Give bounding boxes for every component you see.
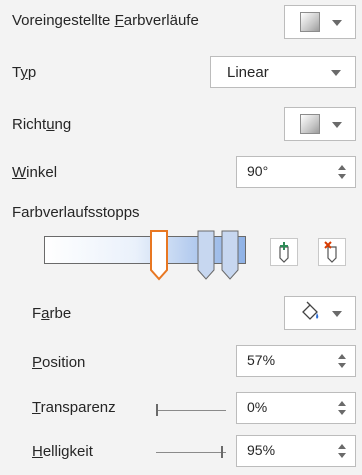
transparency-slider-thumb[interactable] (156, 404, 158, 416)
type-label-key: y (20, 64, 28, 81)
preset-gradients-label-key: F (114, 12, 124, 29)
remove-gradient-stop-button[interactable] (318, 238, 346, 266)
chevron-down-icon (332, 122, 342, 128)
direction-label-pre: Richt (12, 116, 47, 133)
transparency-value: 0% (247, 399, 268, 415)
position-label-key: P (32, 354, 43, 371)
spin-down-icon[interactable] (338, 453, 346, 458)
remove-gradient-stop-icon (324, 241, 337, 263)
chevron-down-icon (332, 311, 342, 317)
preset-gradients-label-post: arbverläufe (123, 12, 199, 29)
angle-value: 90° (247, 163, 269, 179)
angle-label-key: W (12, 164, 27, 181)
add-gradient-stop-icon (279, 242, 289, 263)
transparency-label-post: ransparenz (40, 399, 116, 416)
brightness-spinner[interactable]: 95% (236, 435, 356, 467)
gradient-stops-label: Farbverlaufsstopps (12, 204, 140, 221)
format-pane: Voreingestellte Farbverläufe Typ Linear … (0, 0, 362, 475)
spin-down-icon[interactable] (338, 410, 346, 415)
chevron-down-icon (331, 70, 341, 76)
brightness-label-key: H (32, 443, 43, 460)
transparency-label-key: T (32, 399, 41, 416)
gradient-stop-marker[interactable] (148, 230, 170, 282)
position-spinner[interactable]: 57% (236, 345, 356, 377)
position-value: 57% (247, 352, 276, 368)
spin-up-icon[interactable] (338, 401, 346, 406)
transparency-slider[interactable] (156, 400, 226, 420)
paint-bucket-icon (302, 301, 319, 320)
brightness-slider[interactable] (156, 442, 226, 462)
position-label: Position (32, 354, 85, 371)
color-label: Farbe (32, 305, 71, 322)
add-gradient-stop-button[interactable] (270, 238, 298, 266)
spin-up-icon[interactable] (338, 354, 346, 359)
type-label-post: p (27, 64, 37, 81)
type-select-value: Linear (227, 64, 269, 81)
spin-down-icon[interactable] (338, 363, 346, 368)
preset-gradients-button[interactable] (284, 5, 356, 39)
angle-spinner[interactable]: 90° (236, 156, 356, 188)
spin-up-icon[interactable] (338, 165, 346, 170)
preset-gradients-label-pre: Voreingestellte (12, 12, 115, 29)
brightness-slider-track (156, 452, 226, 453)
direction-label: Richtung (12, 116, 71, 133)
color-label-pre: F (32, 305, 42, 322)
direction-label-post: ng (54, 116, 72, 133)
gradient-stop-marker[interactable] (195, 230, 217, 282)
direction-button[interactable] (284, 107, 356, 141)
gradient-swatch-icon (300, 12, 320, 32)
position-label-post: osition (42, 354, 86, 371)
color-label-post: rbe (49, 305, 72, 322)
transparency-spinner[interactable]: 0% (236, 392, 356, 424)
type-label: Typ (12, 64, 36, 81)
spin-down-icon[interactable] (338, 174, 346, 179)
transparency-slider-track (156, 410, 226, 411)
color-label-key: a (41, 305, 50, 322)
gradient-stop-markers (44, 230, 246, 282)
angle-label-post: inkel (26, 164, 58, 181)
brightness-slider-thumb[interactable] (220, 446, 223, 458)
gradient-direction-icon (300, 114, 320, 134)
color-picker-button[interactable] (284, 296, 356, 330)
direction-label-key: u (46, 116, 55, 133)
type-select[interactable]: Linear (210, 56, 356, 88)
chevron-down-icon (332, 20, 342, 26)
preset-gradients-label: Voreingestellte Farbverläufe (12, 12, 199, 29)
brightness-label-post: elligkeit (42, 443, 93, 460)
spin-up-icon[interactable] (338, 444, 346, 449)
brightness-value: 95% (247, 442, 276, 458)
brightness-label: Helligkeit (32, 443, 93, 460)
transparency-label: Transparenz (32, 399, 116, 416)
gradient-stop-marker[interactable] (219, 230, 241, 282)
angle-label: Winkel (12, 164, 57, 181)
